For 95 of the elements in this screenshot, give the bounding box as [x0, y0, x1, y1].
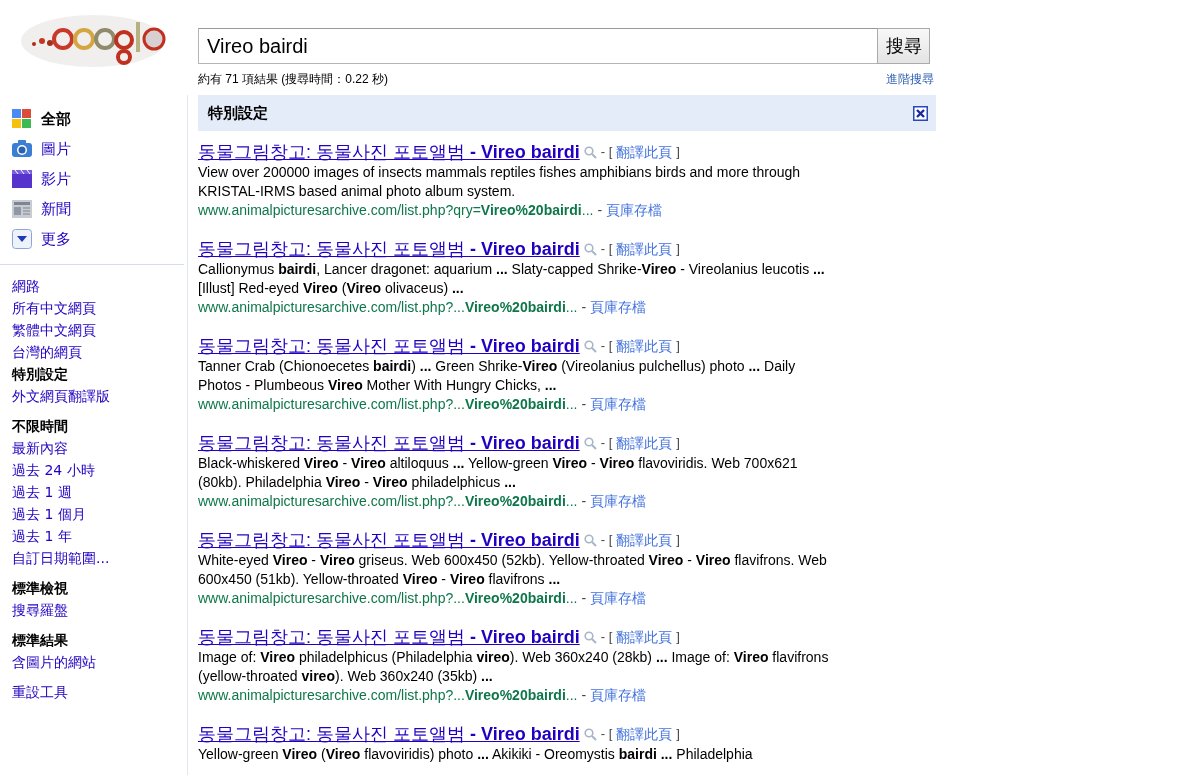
results-header-title: 特別設定	[208, 103, 268, 123]
filter-link[interactable]: 外文網頁翻譯版	[12, 385, 187, 407]
separator-text: - [	[600, 434, 613, 452]
filter-link[interactable]: 過去 1 週	[12, 481, 187, 503]
category-grid-icon[interactable]	[12, 109, 32, 129]
film-icon[interactable]	[12, 170, 32, 188]
cached-link[interactable]: 頁庫存檔	[590, 686, 647, 705]
translate-link[interactable]: 翻譯此頁	[616, 529, 673, 551]
result-snippet: Callionymus bairdi, Lancer dragonet: aquarium ... Slaty-capped Shrike-Vireo - Vireolanius leucotis ... [Illust] Red-eyed Vireo (Vireo olivaceus) ...	[198, 260, 826, 298]
search-icon[interactable]	[583, 727, 597, 741]
separator-text: - [	[600, 240, 613, 258]
separator-text: ]	[676, 143, 680, 161]
translate-link[interactable]: 翻譯此頁	[616, 238, 673, 260]
active-filter-label[interactable]: 標準結果	[12, 629, 187, 651]
separator-text: ]	[676, 240, 680, 258]
result-snippet: View over 200000 images of insects mammals reptiles fishes amphibians birds and more through KRISTAL-IRMS based animal photo album system.	[198, 163, 802, 201]
result-url: www.animalpicturesarchive.com/list.php?...Vireo%20bairdi...	[198, 492, 578, 511]
nav-link[interactable]: 更多	[41, 229, 71, 249]
translate-link[interactable]: 翻譯此頁	[616, 626, 673, 648]
result-url: www.animalpicturesarchive.com/list.php?...Vireo%20bairdi...	[198, 589, 578, 608]
separator-text: -	[581, 492, 587, 511]
separator-text: -	[597, 201, 603, 220]
filter-link[interactable]: 最新內容	[12, 437, 187, 459]
result-title-link[interactable]: 동물그림창고: 동물사진 포토앨범 - Vireo bairdi	[198, 141, 580, 163]
dropdown-icon[interactable]	[12, 229, 32, 249]
filter-link[interactable]: 過去 24 小時	[12, 459, 187, 481]
separator-text: ]	[676, 337, 680, 355]
result-url: www.animalpicturesarchive.com/list.php?qry=Vireo%20bairdi...	[198, 201, 594, 220]
cached-link[interactable]: 頁庫存檔	[590, 589, 647, 608]
separator-text: - [	[600, 143, 613, 161]
filter-link[interactable]: 重設工具	[12, 681, 187, 703]
cached-link[interactable]: 頁庫存檔	[606, 201, 663, 220]
separator-text: - [	[600, 628, 613, 646]
result-snippet: Yellow-green Vireo (Vireo flavoviridis) photo ... Akikiki - Oreomystis bairdi ... Philadelphia	[198, 745, 754, 764]
result-title-link[interactable]: 동물그림창고: 동물사진 포토앨범 - Vireo bairdi	[198, 432, 580, 454]
search-icon[interactable]	[583, 242, 597, 256]
result-url: www.animalpicturesarchive.com/list.php?...Vireo%20bairdi...	[198, 686, 578, 705]
filter-link[interactable]: 繁體中文網頁	[12, 319, 187, 341]
cached-link[interactable]: 頁庫存檔	[590, 492, 647, 511]
separator-text: - [	[600, 337, 613, 355]
filter-link[interactable]: 網路	[12, 275, 187, 297]
filter-link[interactable]: 過去 1 年	[12, 525, 187, 547]
result-snippet: White-eyed Vireo - Vireo griseus. Web 600x450 (52kb). Yellow-throated Vireo - Vireo flavifrons. Web 600x450 (51kb). Yellow-throated Vireo - Vireo flavifrons ...	[198, 551, 828, 589]
nav-link[interactable]: 新聞	[41, 199, 71, 219]
search-icon[interactable]	[583, 145, 597, 159]
newspaper-icon[interactable]	[12, 200, 32, 218]
active-filter-label[interactable]: 不限時間	[12, 415, 187, 437]
filter-link[interactable]: 搜尋羅盤	[12, 599, 187, 621]
filter-link[interactable]: 台灣的網頁	[12, 341, 187, 363]
search-icon[interactable]	[583, 436, 597, 450]
result-title-link[interactable]: 동물그림창고: 동물사진 포토앨범 - Vireo bairdi	[198, 238, 580, 260]
nav-link[interactable]: 影片	[41, 169, 71, 189]
separator-text: - [	[600, 531, 613, 549]
result-stats: 約有 71 項結果 (搜尋時間：0.22 秒)	[198, 71, 389, 88]
translate-link[interactable]: 翻譯此頁	[616, 432, 673, 454]
search-button[interactable]: 搜尋	[877, 28, 930, 64]
result-title-link[interactable]: 동물그림창고: 동물사진 포토앨범 - Vireo bairdi	[198, 723, 580, 745]
result-title-link[interactable]: 동물그림창고: 동물사진 포토앨범 - Vireo bairdi	[198, 529, 580, 551]
filter-link[interactable]: 過去 1 個月	[12, 503, 187, 525]
filter-link[interactable]: 所有中文網頁	[12, 297, 187, 319]
result-snippet: Black-whiskered Vireo - Vireo altiloquus ... Yellow-green Vireo - Vireo flavoviridis. Web 700x621 (80kb). Philadelphia Vireo - Vireo philadelphicus ...	[198, 454, 799, 492]
search-icon[interactable]	[583, 533, 597, 547]
cached-link[interactable]: 頁庫存檔	[590, 395, 647, 414]
separator-text: -	[581, 589, 587, 608]
separator-text: -	[581, 686, 587, 705]
result-title-link[interactable]: 동물그림창고: 동물사진 포토앨범 - Vireo bairdi	[198, 626, 580, 648]
filter-link[interactable]: 含圖片的網站	[12, 651, 187, 673]
search-icon[interactable]	[583, 630, 597, 644]
translate-link[interactable]: 翻譯此頁	[616, 141, 673, 163]
translate-link[interactable]: 翻譯此頁	[616, 723, 673, 745]
result-url: www.animalpicturesarchive.com/list.php?...Vireo%20bairdi...	[198, 395, 578, 414]
separator-text: ]	[676, 531, 680, 549]
separator-text: -	[581, 395, 587, 414]
filter-link[interactable]: 自訂日期範圍...	[12, 547, 187, 569]
camera-icon[interactable]	[12, 140, 32, 158]
separator-text: ]	[676, 434, 680, 452]
separator-text: ]	[676, 725, 680, 743]
search-icon[interactable]	[583, 339, 597, 353]
active-filter-label[interactable]: 標準檢視	[12, 577, 187, 599]
separator-text: -	[581, 298, 587, 317]
nav-link[interactable]: 全部	[41, 109, 71, 129]
result-snippet: Image of: Vireo philadelphicus (Philadelphia vireo). Web 360x240 (28kb) ... Image of: Vireo flavifrons (yellow-throated vireo). Web 360x240 (35kb) ...	[198, 648, 830, 686]
separator-text: - [	[600, 725, 613, 743]
result-snippet: Tanner Crab (Chionoecetes bairdi) ... Green Shrike-Vireo (Vireolanius pulchellus) photo ... Daily Photos - Plumbeous Vireo Mother With Hungry Chicks, ...	[198, 357, 797, 395]
cached-link[interactable]: 頁庫存檔	[590, 298, 647, 317]
nav-link[interactable]: 圖片	[41, 139, 71, 159]
doodle-logo-drawing[interactable]	[20, 14, 166, 68]
result-title-link[interactable]: 동물그림창고: 동물사진 포토앨범 - Vireo bairdi	[198, 335, 580, 357]
advanced-search-link[interactable]: 進階搜尋	[886, 71, 934, 88]
result-url: www.animalpicturesarchive.com/list.php?...Vireo%20bairdi...	[198, 298, 578, 317]
close-icon[interactable]	[913, 105, 928, 121]
active-filter-label[interactable]: 特別設定	[12, 363, 187, 385]
translate-link[interactable]: 翻譯此頁	[616, 335, 673, 357]
separator-text: ]	[676, 628, 680, 646]
search-field[interactable]: Vireo bairdi	[198, 28, 877, 64]
